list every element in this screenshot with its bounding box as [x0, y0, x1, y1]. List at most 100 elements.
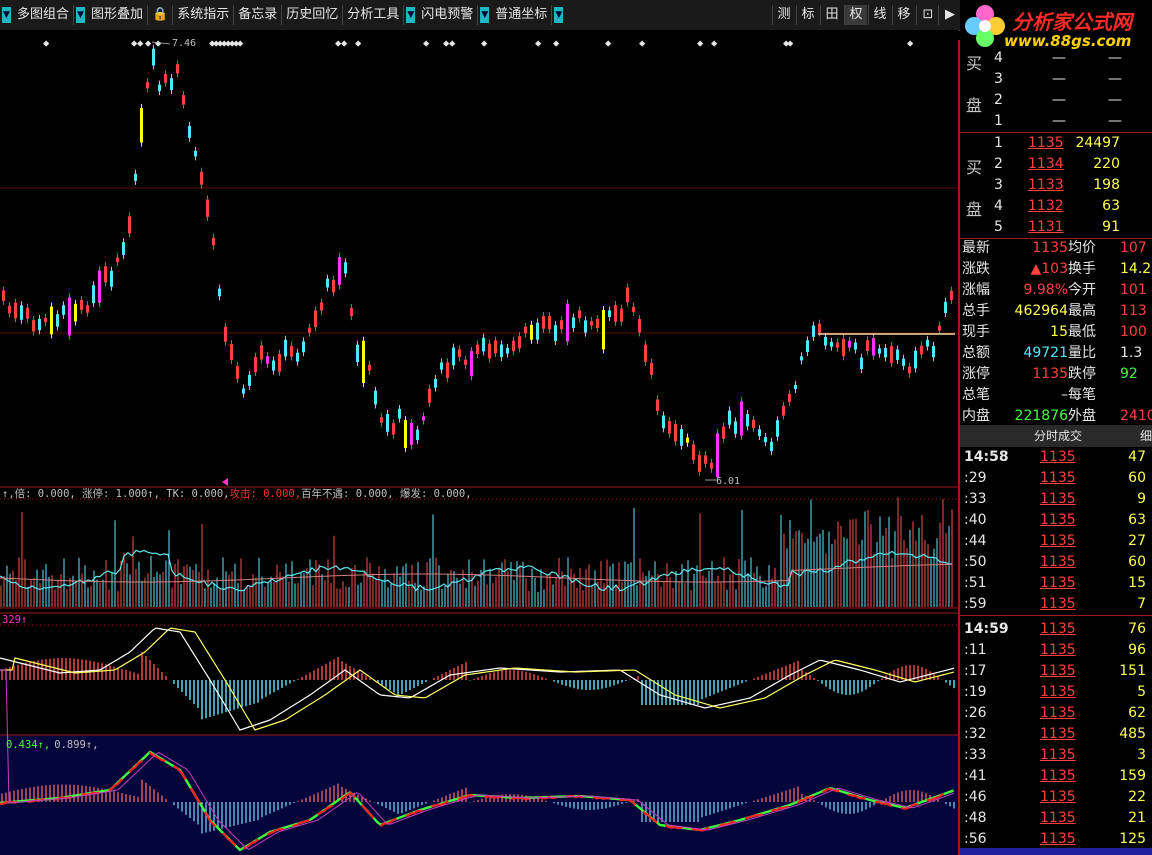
tick-row[interactable]: :26 1135 62	[960, 703, 1152, 724]
toolbar-mark[interactable]: 标	[796, 5, 819, 25]
tick-row[interactable]: :33 1135 9	[960, 489, 1152, 510]
dropdown-arrow-icon[interactable]: ▼	[406, 7, 416, 23]
tick-row[interactable]: :32 1135 485	[960, 724, 1152, 745]
tick-row[interactable]: :48 1135 21	[960, 808, 1152, 829]
window-icon[interactable]: ⊡	[916, 5, 939, 25]
toolbar-move[interactable]: 移	[892, 5, 915, 25]
candle-body	[920, 345, 923, 355]
tick-row[interactable]: :19 1135 5	[960, 682, 1152, 703]
tick-row[interactable]: :56 1135 125	[960, 829, 1152, 850]
quote-row: 总额 49721 量比 1.3	[960, 343, 1152, 364]
quote-label: 每笔	[1068, 387, 1096, 403]
toolbar-multi-chart[interactable]: 多图组合	[13, 5, 75, 25]
toolbar-measure[interactable]: 测	[772, 5, 795, 25]
tick-row[interactable]: :33 1135 3	[960, 745, 1152, 766]
tick-row[interactable]: :41 1135 159	[960, 766, 1152, 787]
candle-body	[938, 325, 941, 331]
toolbar-line[interactable]: 线	[868, 5, 891, 25]
candle-body	[608, 310, 611, 318]
tick-row[interactable]: 14:58 1135 47	[960, 447, 1152, 468]
book-price: —	[1052, 71, 1066, 87]
signal-marker-icon: ⬥	[481, 39, 488, 49]
toolbar-system-indicator[interactable]: 系统指示	[173, 5, 235, 25]
toolbar-analysis-tools[interactable]: 分析工具	[343, 5, 405, 25]
candle-body	[350, 308, 353, 317]
tick-time: :33	[964, 491, 987, 507]
candle-body	[410, 422, 413, 445]
candle-body	[362, 340, 365, 384]
toolbar-coordinate[interactable]: 普通坐标	[491, 5, 553, 25]
candle-body	[20, 305, 23, 320]
quote-label: 最新	[962, 240, 990, 256]
tick-row[interactable]: :59 1135 7	[960, 594, 1152, 615]
grid-icon[interactable]: 田	[820, 5, 843, 25]
book-price: —	[1052, 113, 1066, 129]
candle-body	[752, 419, 755, 429]
tick-row[interactable]: :11 1135 96	[960, 640, 1152, 661]
ticks-list[interactable]: 14:58 1135 47:29 1135 60:33 1135 9:40 1135 63:44…	[960, 447, 1152, 855]
toolbar-overlay[interactable]: 图形叠加	[87, 5, 149, 25]
signal-marker-icon: ⬥	[535, 39, 542, 49]
quote-value: 24108	[1120, 408, 1152, 424]
toolbar-history[interactable]: 历史回忆	[282, 5, 344, 25]
candle-body	[806, 340, 809, 352]
toolbar-memo[interactable]: 备忘录	[234, 5, 283, 25]
candle-body	[74, 303, 77, 322]
tick-volume: 5	[1137, 684, 1146, 700]
toolbar-flash-alert[interactable]: 闪电预警	[417, 5, 479, 25]
candle-body	[146, 82, 149, 89]
tick-price: 1135	[1040, 533, 1076, 549]
tick-row[interactable]: :29 1135 60	[960, 468, 1152, 489]
dropdown-arrow-icon[interactable]: ▼	[76, 7, 86, 23]
candle-body	[584, 320, 587, 333]
tick-row[interactable]: :40 1135 63	[960, 510, 1152, 531]
book-level: 2	[994, 156, 1003, 172]
ticks-header-detail[interactable]: 细	[1140, 425, 1152, 447]
pane3-value1: 0.434↑,	[6, 739, 50, 751]
candle-body	[134, 173, 137, 181]
candle-body	[86, 305, 89, 313]
dropdown-arrow-icon[interactable]: ▼	[480, 7, 490, 23]
candle-body	[392, 423, 395, 435]
candle-body	[770, 441, 773, 452]
candle-body	[284, 339, 287, 357]
candle-body	[710, 462, 713, 469]
quote-value: 221876	[1014, 408, 1068, 424]
toolbar-rights[interactable]: 权	[844, 5, 867, 25]
quote-label: 量比	[1068, 345, 1096, 361]
tick-row[interactable]: :46 1135 22	[960, 787, 1152, 808]
tick-row[interactable]: :50 1135 60	[960, 552, 1152, 573]
tick-row[interactable]: :44 1135 27	[960, 531, 1152, 552]
lock-icon[interactable]: 🔒	[148, 5, 174, 25]
stock-chart[interactable]: ⬥ ⬥ ⬥ ⬥ ⬥ ⬥⬥⬥⬥⬥⬥⬥⬥ ⬥ ⬥ ⬥ ⬥ ⬥ ⬥ ⬥ ⬥ ⬥ ⬥ ⬥ ⬥ ⬥ ⬥⬥ ⬥ 7.46 6.01 …	[0, 30, 958, 855]
candle-body	[812, 325, 815, 337]
signal-marker-icon: ⬥	[449, 39, 456, 49]
candle-body	[560, 320, 563, 330]
tick-volume: 159	[1119, 768, 1146, 784]
candle-body	[848, 340, 851, 348]
candle-body	[404, 420, 407, 449]
quote-row: 涨跌 ▲103换手 14.29	[960, 259, 1152, 280]
book-price: 1135	[1028, 135, 1064, 151]
tick-row[interactable]: :17 1135 151	[960, 661, 1152, 682]
candle-body	[758, 429, 761, 436]
candle-body	[356, 344, 359, 362]
candle-body	[530, 324, 533, 340]
play-icon[interactable]: ▶	[938, 5, 961, 25]
tick-time: :56	[964, 831, 987, 847]
candle-body	[254, 356, 257, 373]
tick-row[interactable]: 14:59 1135 76	[960, 619, 1152, 640]
candle-body	[314, 310, 317, 328]
dropdown-arrow-icon[interactable]: ▼	[2, 7, 11, 23]
candle-body	[872, 338, 875, 356]
candle-body	[458, 349, 461, 358]
tick-row[interactable]: :51 1135 15	[960, 573, 1152, 594]
candle-body	[176, 64, 179, 74]
tick-price: 1135	[1040, 810, 1076, 826]
signal-marker-icon: ⬥	[553, 39, 560, 49]
dropdown-arrow-icon[interactable]: ▼	[554, 7, 564, 23]
candle-body	[632, 306, 635, 312]
quote-row: 4 — —	[960, 48, 1152, 69]
candle-body	[296, 352, 299, 362]
candle-body	[8, 305, 11, 314]
